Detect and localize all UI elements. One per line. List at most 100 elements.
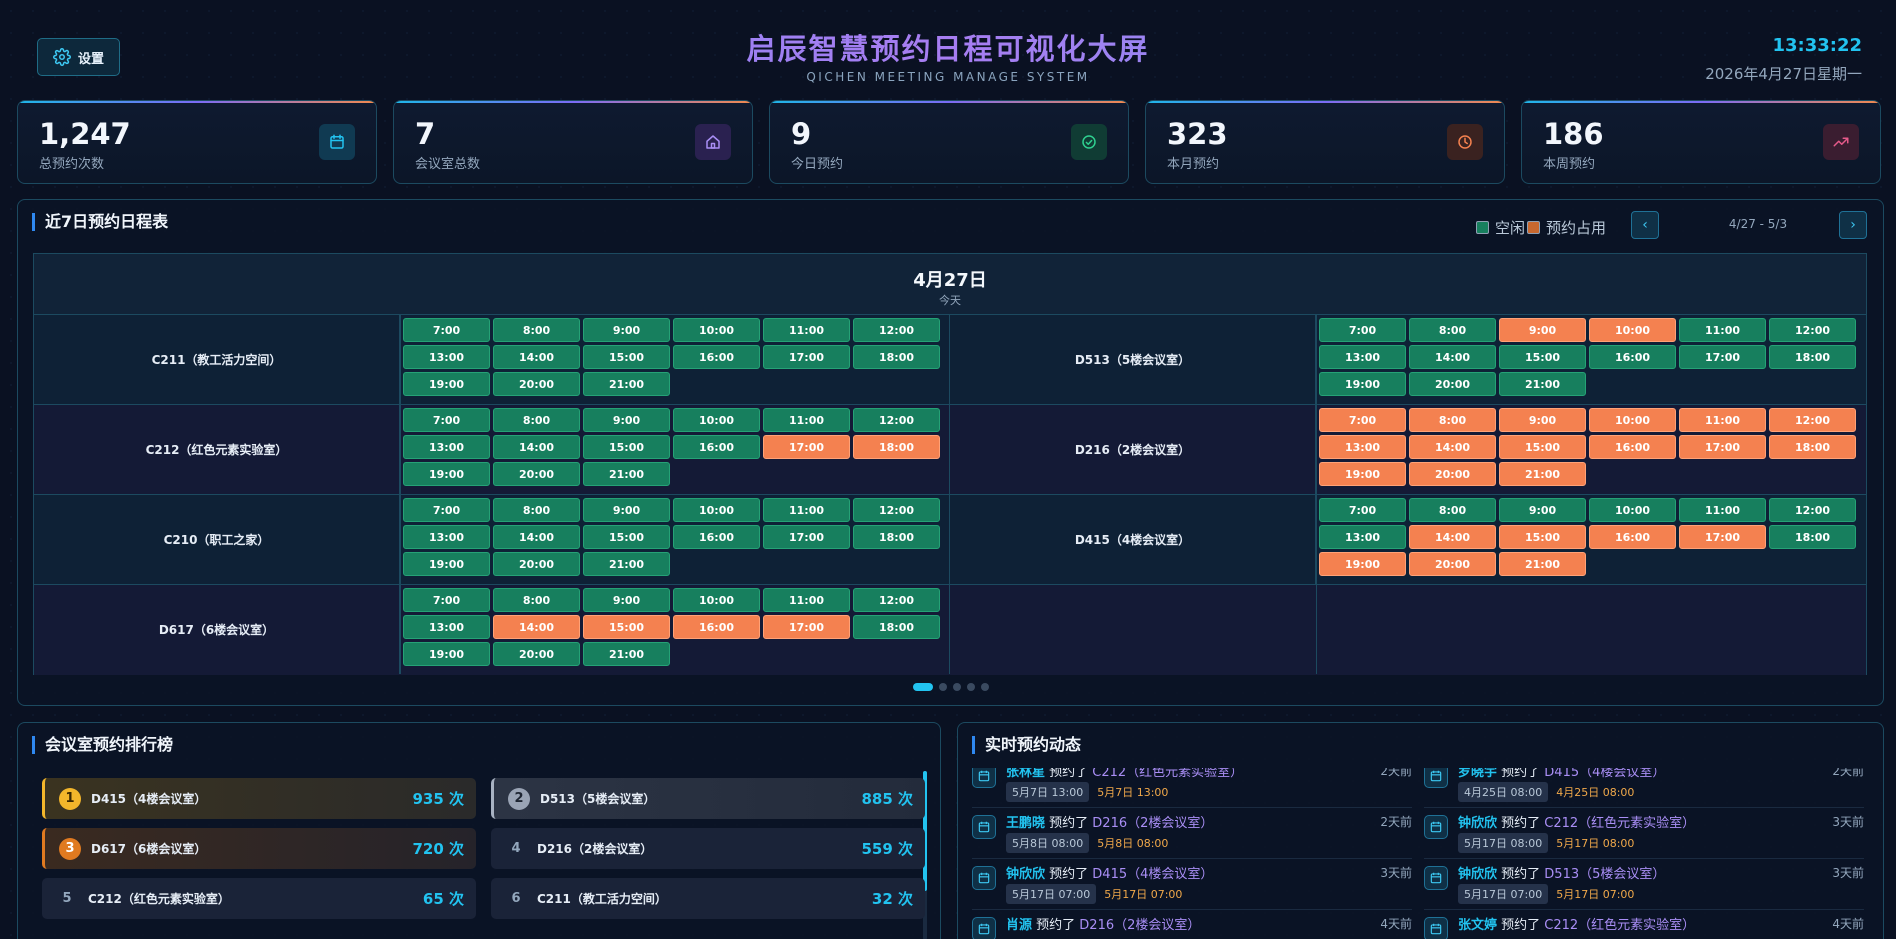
slot-free[interactable]: 9:00 <box>583 588 670 612</box>
slot-free[interactable]: 15:00 <box>583 435 670 459</box>
slot-free[interactable]: 20:00 <box>1409 372 1496 396</box>
slot-free[interactable]: 11:00 <box>763 318 850 342</box>
slot-free[interactable]: 13:00 <box>1319 525 1406 549</box>
slot-free[interactable]: 15:00 <box>583 345 670 369</box>
feed-item[interactable]: 张文婷 预约了 C212（红色元素实验室） 4天前 <box>1424 911 1864 939</box>
slot-free[interactable]: 11:00 <box>1679 498 1766 522</box>
pagination-dot[interactable] <box>912 683 933 691</box>
slot-free[interactable]: 8:00 <box>1409 318 1496 342</box>
feed-item[interactable]: 钟欣欣 预约了 C212（红色元素实验室） 3天前 5月17日 08:00 5月17日… <box>1424 809 1864 859</box>
slot-busy[interactable]: 10:00 <box>1589 318 1676 342</box>
slot-busy[interactable]: 17:00 <box>763 615 850 639</box>
slot-busy[interactable]: 17:00 <box>1679 435 1766 459</box>
rank-item[interactable]: 4 D216（2楼会议室） 559 次 <box>491 828 925 869</box>
slot-free[interactable]: 21:00 <box>583 642 670 666</box>
slot-free[interactable]: 12:00 <box>853 498 940 522</box>
slot-free[interactable]: 14:00 <box>493 345 580 369</box>
pagination-dot[interactable] <box>952 683 961 691</box>
slot-free[interactable]: 10:00 <box>673 318 760 342</box>
slot-busy[interactable]: 7:00 <box>1319 408 1406 432</box>
slot-free[interactable]: 14:00 <box>493 435 580 459</box>
slot-free[interactable]: 7:00 <box>403 408 490 432</box>
slot-free[interactable]: 12:00 <box>853 588 940 612</box>
slot-free[interactable]: 11:00 <box>1679 318 1766 342</box>
slot-free[interactable]: 9:00 <box>583 408 670 432</box>
slot-busy[interactable]: 17:00 <box>1679 525 1766 549</box>
slot-busy[interactable]: 19:00 <box>1319 552 1406 576</box>
slot-free[interactable]: 15:00 <box>1499 345 1586 369</box>
slot-busy[interactable]: 16:00 <box>673 615 760 639</box>
feed-item[interactable]: 钟欣欣 预约了 D513（5楼会议室） 3天前 5月17日 07:00 5月17日 0… <box>1424 860 1864 910</box>
slot-free[interactable]: 19:00 <box>1319 372 1406 396</box>
rank-item[interactable]: 3 D617（6楼会议室） 720 次 <box>42 828 476 869</box>
slot-free[interactable]: 18:00 <box>853 345 940 369</box>
slot-busy[interactable]: 14:00 <box>1409 525 1496 549</box>
slot-free[interactable]: 18:00 <box>853 525 940 549</box>
slot-busy[interactable]: 8:00 <box>1409 408 1496 432</box>
slot-busy[interactable]: 15:00 <box>583 615 670 639</box>
slot-free[interactable]: 7:00 <box>1319 498 1406 522</box>
slot-free[interactable]: 16:00 <box>673 345 760 369</box>
slot-busy[interactable]: 10:00 <box>1589 408 1676 432</box>
slot-free[interactable]: 7:00 <box>403 318 490 342</box>
slot-busy[interactable]: 18:00 <box>853 435 940 459</box>
slot-free[interactable]: 19:00 <box>403 552 490 576</box>
feed-item[interactable]: 张林星 预约了 C212（红色元素实验室） 2天前 5月7日 13:00 5月7日 1… <box>972 768 1412 808</box>
feed-item[interactable]: 肖源 预约了 D216（2楼会议室） 4天前 <box>972 911 1412 939</box>
slot-busy[interactable]: 12:00 <box>1769 408 1856 432</box>
slot-free[interactable]: 18:00 <box>1769 345 1856 369</box>
slot-free[interactable]: 16:00 <box>673 435 760 459</box>
slot-busy[interactable]: 14:00 <box>1409 435 1496 459</box>
slot-busy[interactable]: 15:00 <box>1499 525 1586 549</box>
slot-free[interactable]: 8:00 <box>493 318 580 342</box>
slot-free[interactable]: 19:00 <box>403 372 490 396</box>
slot-busy[interactable]: 20:00 <box>1409 462 1496 486</box>
slot-free[interactable]: 13:00 <box>1319 345 1406 369</box>
slot-free[interactable]: 12:00 <box>1769 498 1856 522</box>
slot-free[interactable]: 8:00 <box>493 408 580 432</box>
slot-busy[interactable]: 21:00 <box>1499 462 1586 486</box>
slot-free[interactable]: 10:00 <box>673 588 760 612</box>
slot-free[interactable]: 14:00 <box>1409 345 1496 369</box>
slot-busy[interactable]: 14:00 <box>493 615 580 639</box>
slot-busy[interactable]: 16:00 <box>1589 525 1676 549</box>
slot-free[interactable]: 20:00 <box>493 642 580 666</box>
slot-free[interactable]: 17:00 <box>1679 345 1766 369</box>
slot-free[interactable]: 10:00 <box>1589 498 1676 522</box>
pagination-dot[interactable] <box>980 683 989 691</box>
slot-free[interactable]: 9:00 <box>583 318 670 342</box>
slot-free[interactable]: 10:00 <box>673 408 760 432</box>
rank-item[interactable]: 6 C211（教工活力空间） 32 次 <box>491 878 925 919</box>
slot-free[interactable]: 12:00 <box>1769 318 1856 342</box>
slot-busy[interactable]: 13:00 <box>1319 435 1406 459</box>
slot-free[interactable]: 7:00 <box>403 498 490 522</box>
slot-free[interactable]: 14:00 <box>493 525 580 549</box>
slot-free[interactable]: 12:00 <box>853 408 940 432</box>
slot-free[interactable]: 18:00 <box>1769 525 1856 549</box>
slot-free[interactable]: 20:00 <box>493 552 580 576</box>
slot-free[interactable]: 19:00 <box>403 462 490 486</box>
rank-item[interactable]: 5 C212（红色元素实验室） 65 次 <box>42 878 476 919</box>
prev-week-button[interactable]: ‹ <box>1631 211 1659 239</box>
slot-busy[interactable]: 21:00 <box>1499 552 1586 576</box>
slot-free[interactable]: 13:00 <box>403 525 490 549</box>
slot-free[interactable]: 13:00 <box>403 345 490 369</box>
slot-free[interactable]: 17:00 <box>763 525 850 549</box>
rank-item[interactable]: 2 D513（5楼会议室） 885 次 <box>491 778 925 819</box>
slot-free[interactable]: 8:00 <box>493 498 580 522</box>
pagination-dot[interactable] <box>938 683 947 691</box>
slot-free[interactable]: 17:00 <box>763 345 850 369</box>
slot-busy[interactable]: 9:00 <box>1499 408 1586 432</box>
next-week-button[interactable]: › <box>1839 211 1867 239</box>
slot-free[interactable]: 19:00 <box>403 642 490 666</box>
slot-free[interactable]: 21:00 <box>583 552 670 576</box>
slot-free[interactable]: 11:00 <box>763 498 850 522</box>
slot-free[interactable]: 9:00 <box>1499 498 1586 522</box>
slot-free[interactable]: 11:00 <box>763 588 850 612</box>
slot-busy[interactable]: 19:00 <box>1319 462 1406 486</box>
slot-free[interactable]: 18:00 <box>853 615 940 639</box>
feed-item[interactable]: 罗晓宇 预约了 D415（4楼会议室） 2天前 4月25日 08:00 4月25日 0… <box>1424 768 1864 808</box>
slot-free[interactable]: 7:00 <box>403 588 490 612</box>
slot-busy[interactable]: 16:00 <box>1589 435 1676 459</box>
slot-free[interactable]: 8:00 <box>493 588 580 612</box>
